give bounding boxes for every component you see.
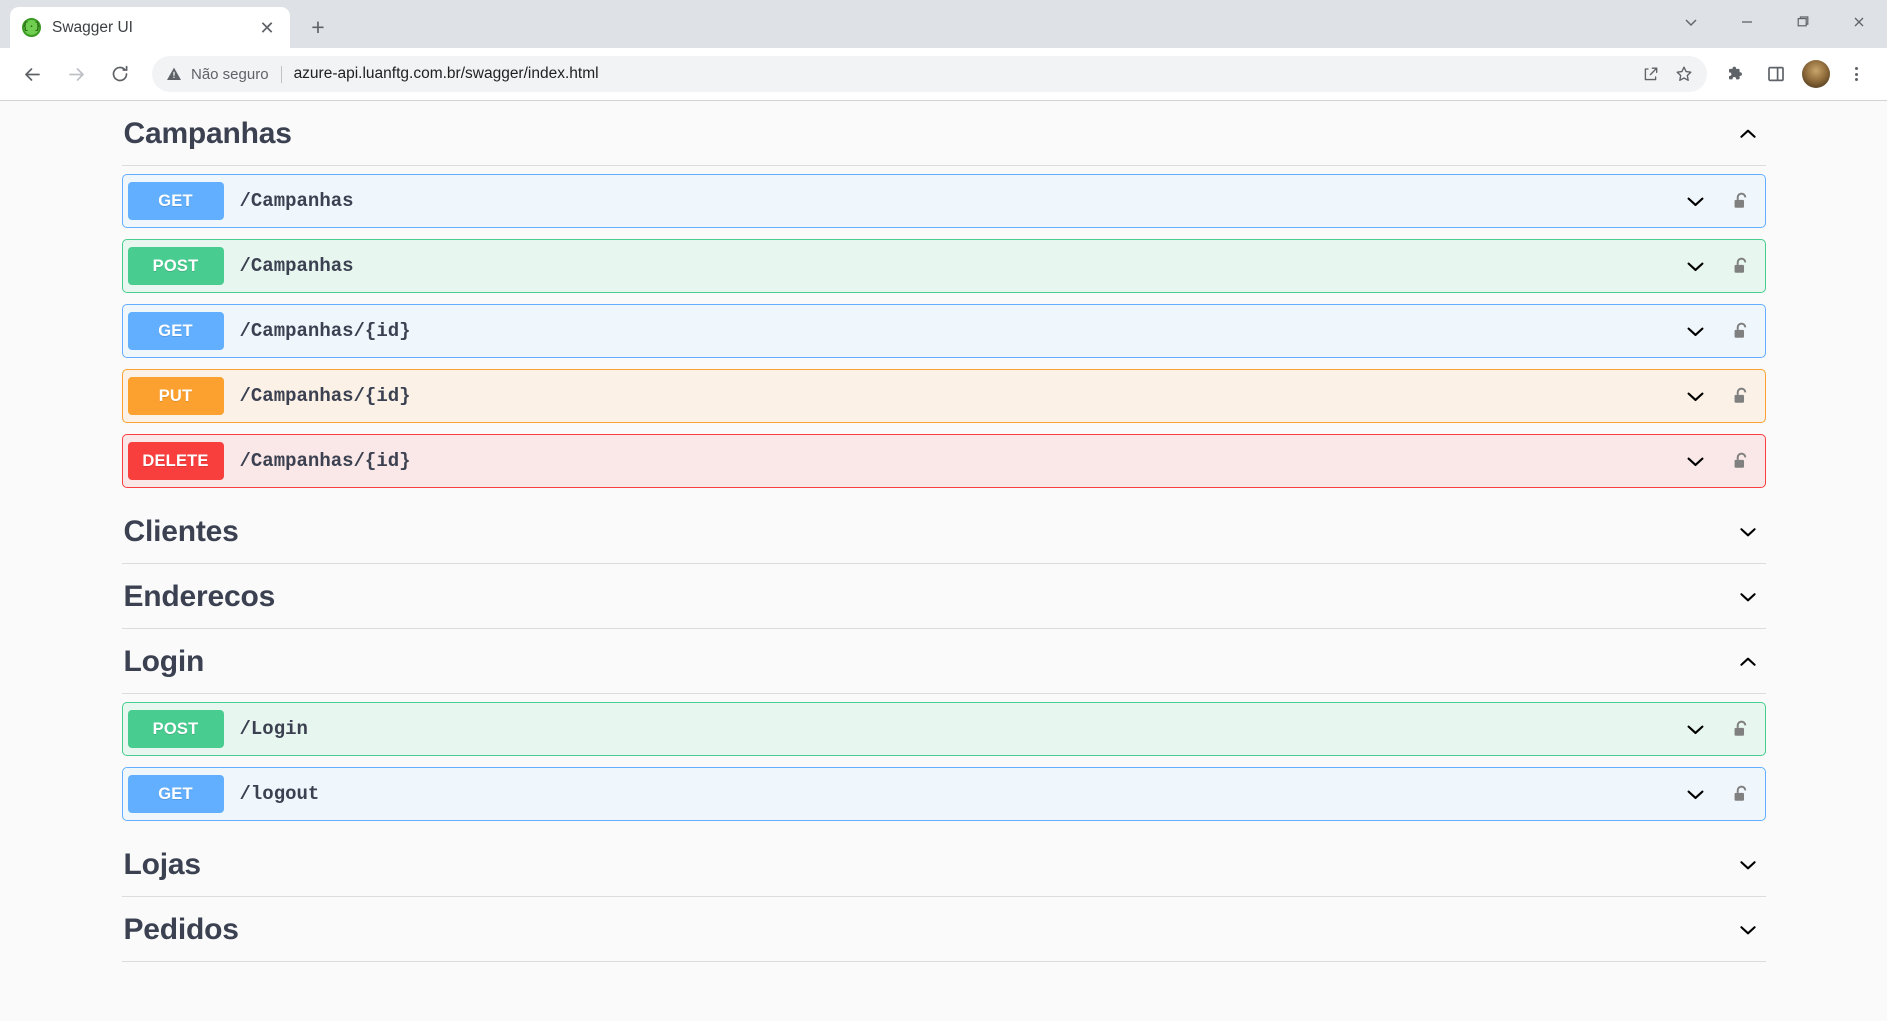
- kebab-menu-icon[interactable]: [1837, 55, 1875, 93]
- minimize-icon[interactable]: [1719, 0, 1775, 44]
- operation-path: /Campanhas: [239, 255, 354, 277]
- http-method-badge: GET: [127, 182, 224, 220]
- operation-path: /Campanhas/{id}: [239, 385, 411, 407]
- operation-path: /Campanhas: [239, 190, 354, 212]
- http-method-badge: POST: [127, 247, 224, 285]
- swagger-tag-section: Campanhas GET/Campanhas POST/Campanhas GET /…: [121, 101, 1766, 488]
- avatar-icon[interactable]: [1797, 55, 1835, 93]
- url-text: azure-api.luanftg.com.br/swagger/index.h…: [293, 65, 599, 82]
- tag-title: Enderecos: [123, 580, 276, 613]
- operation-row[interactable]: GET/Campanhas/{id}: [121, 304, 1766, 358]
- http-method-badge: DELETE: [127, 442, 224, 480]
- browser-toolbar: Não seguro azure-api.luanftg.com.br/swag…: [0, 48, 1887, 100]
- swagger-tag-section: Enderecos: [121, 564, 1766, 629]
- plus-icon[interactable]: +: [300, 9, 336, 45]
- chevron-down-icon[interactable]: [1673, 450, 1719, 473]
- warning-triangle-icon: [166, 66, 182, 82]
- close-icon[interactable]: [1831, 0, 1887, 44]
- puzzle-piece-icon[interactable]: [1717, 55, 1755, 93]
- omnibox-actions: [1635, 59, 1699, 89]
- operation-row[interactable]: DELETE/Campanhas/{id}: [121, 434, 1766, 488]
- operation-path: /Campanhas/{id}: [239, 320, 411, 342]
- maximize-icon[interactable]: [1775, 0, 1831, 44]
- unlocked-padlock-icon[interactable]: [1719, 191, 1765, 212]
- http-method-badge: PUT: [127, 377, 224, 415]
- tag-title: Pedidos: [123, 913, 239, 946]
- tab-title: Swagger UI: [52, 18, 133, 36]
- avatar: [1802, 60, 1830, 88]
- tag-header-lojas[interactable]: Lojas: [121, 832, 1766, 897]
- operation-list: GET/Campanhas POST/Campanhas GET/Campanhas…: [121, 166, 1766, 488]
- unlocked-padlock-icon[interactable]: [1719, 321, 1765, 342]
- omnibox-divider: [280, 65, 282, 83]
- toolbar-right-actions: [1717, 55, 1875, 93]
- security-status-label: Não seguro: [191, 65, 269, 83]
- chevron-down-icon[interactable]: [1732, 854, 1764, 876]
- tag-header-campanhas[interactable]: Campanhas: [121, 101, 1766, 166]
- chevron-down-icon[interactable]: [1673, 385, 1719, 408]
- unlocked-padlock-icon[interactable]: [1719, 784, 1765, 805]
- operation-row[interactable]: POST/Campanhas: [121, 239, 1766, 293]
- swagger-tag-section: Login POST/Login GET/logout: [121, 629, 1766, 821]
- side-panel-icon[interactable]: [1757, 55, 1795, 93]
- tab-strip: {·} Swagger UI ✕ +: [0, 0, 1887, 48]
- swagger-tag-section: Clientes: [121, 499, 1766, 564]
- share-icon[interactable]: [1635, 59, 1665, 89]
- operation-row[interactable]: POST/Login: [121, 702, 1766, 756]
- unlocked-padlock-icon[interactable]: [1719, 719, 1765, 740]
- close-icon[interactable]: ✕: [256, 17, 278, 39]
- address-bar[interactable]: Não seguro azure-api.luanftg.com.br/swag…: [152, 56, 1707, 92]
- chevron-down-icon[interactable]: [1673, 190, 1719, 213]
- tag-header-enderecos[interactable]: Enderecos: [121, 564, 1766, 629]
- operation-path: /logout: [239, 783, 320, 805]
- tag-title: Clientes: [123, 515, 239, 548]
- tag-header-login[interactable]: Login: [121, 629, 1766, 694]
- swagger-ui-root: Campanhas GET/Campanhas POST/Campanhas GET /…: [64, 101, 1824, 962]
- http-method-badge: GET: [127, 775, 224, 813]
- chevron-down-icon[interactable]: [1732, 919, 1764, 941]
- tag-header-pedidos[interactable]: Pedidos: [121, 897, 1766, 962]
- chevron-down-icon[interactable]: [1673, 320, 1719, 343]
- operation-row[interactable]: PUT/Campanhas/{id}: [121, 369, 1766, 423]
- swagger-tag-section: Pedidos: [121, 897, 1766, 962]
- http-method-badge: POST: [127, 710, 224, 748]
- chevron-down-icon[interactable]: [1673, 718, 1719, 741]
- tag-title: Login: [123, 645, 205, 678]
- arrow-left-icon[interactable]: [12, 54, 52, 94]
- unlocked-padlock-icon[interactable]: [1719, 386, 1765, 407]
- unlocked-padlock-icon[interactable]: [1719, 256, 1765, 277]
- chevron-down-icon[interactable]: [1663, 0, 1719, 44]
- chevron-down-icon[interactable]: [1732, 586, 1764, 608]
- operation-list: POST/Login GET/logout: [121, 694, 1766, 821]
- chevron-down-icon[interactable]: [1673, 255, 1719, 278]
- operation-row[interactable]: GET/logout: [121, 767, 1766, 821]
- tag-header-clientes[interactable]: Clientes: [121, 499, 1766, 564]
- window-controls: [1663, 0, 1887, 44]
- chevron-down-icon[interactable]: [1732, 521, 1764, 543]
- operation-row[interactable]: GET/Campanhas: [121, 174, 1766, 228]
- reload-icon[interactable]: [100, 54, 140, 94]
- tag-title: Lojas: [123, 848, 202, 881]
- unlocked-padlock-icon[interactable]: [1719, 451, 1765, 472]
- browser-window: {·} Swagger UI ✕ + Não seguro azure-api.…: [0, 0, 1887, 1021]
- chevron-up-icon[interactable]: [1732, 123, 1764, 145]
- arrow-right-icon: [56, 54, 96, 94]
- operation-path: /Login: [239, 718, 308, 740]
- operation-path: /Campanhas/{id}: [239, 450, 411, 472]
- http-method-badge: GET: [127, 312, 224, 350]
- swagger-braces-icon: {·}: [22, 18, 41, 37]
- swagger-tag-section: Lojas: [121, 832, 1766, 897]
- page-viewport: Campanhas GET/Campanhas POST/Campanhas GET /…: [0, 101, 1887, 1021]
- chevron-up-icon[interactable]: [1732, 651, 1764, 673]
- browser-tab-swagger-ui[interactable]: {·} Swagger UI ✕: [10, 7, 290, 48]
- star-icon[interactable]: [1669, 59, 1699, 89]
- tag-title: Campanhas: [123, 117, 292, 150]
- swagger-tag-list: Campanhas GET/Campanhas POST/Campanhas GET /…: [121, 101, 1766, 962]
- chevron-down-icon[interactable]: [1673, 783, 1719, 806]
